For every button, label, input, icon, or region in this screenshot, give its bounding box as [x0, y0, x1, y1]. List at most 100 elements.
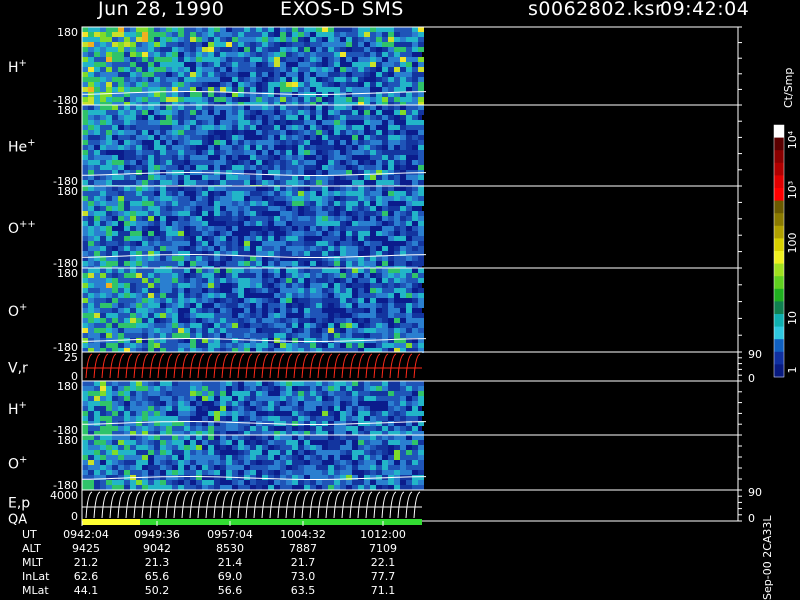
spectrogram-cell [304, 120, 310, 125]
spectrogram-cell [166, 480, 172, 485]
spectrogram-cell [130, 110, 136, 115]
spectrogram-cell [118, 87, 124, 92]
spectrogram-cell [232, 105, 238, 110]
spectrogram-cell [184, 283, 190, 288]
spectrogram-cell [292, 241, 298, 246]
orbit-row-label: UT [22, 528, 37, 541]
spectrogram-cell [154, 268, 160, 273]
spectrogram-cell [388, 465, 394, 470]
spectrogram-cell [358, 465, 364, 470]
spectrogram-cell [358, 450, 364, 455]
spectrogram-cell [244, 426, 250, 431]
spectrogram-cell [250, 140, 256, 145]
spectrogram-cell [136, 27, 142, 32]
spectrogram-cell [160, 450, 166, 455]
spectrogram-cell [340, 155, 346, 160]
spectrogram-cell [400, 221, 406, 226]
spectrogram-cell [178, 92, 184, 97]
spectrogram-cell [328, 246, 334, 251]
spectrogram-cell [112, 120, 118, 125]
spectrogram-cell [214, 288, 220, 293]
spectrogram-cell [88, 72, 94, 77]
spectrogram-cell [130, 411, 136, 416]
spectrogram-cell [184, 97, 190, 102]
spectrogram-cell [124, 206, 130, 211]
spectrogram-cell [406, 120, 412, 125]
spectrogram-cell [340, 445, 346, 450]
spectrogram-cell [88, 421, 94, 426]
spectrogram-cell [394, 135, 400, 140]
spectrogram-cell [376, 72, 382, 77]
spectrogram-cell [154, 303, 160, 308]
spectrogram-cell [322, 236, 328, 241]
spectrogram-cell [322, 145, 328, 150]
spectrogram-cell [334, 231, 340, 236]
spectrogram-cell [310, 308, 316, 313]
panel-bg [82, 352, 422, 381]
spectrogram-cell [388, 155, 394, 160]
spectrogram-cell [118, 110, 124, 115]
spectrogram-cell [166, 426, 172, 431]
spectrogram-cell [160, 97, 166, 102]
spectrogram-cell [388, 411, 394, 416]
spectrogram-cell [238, 191, 244, 196]
spectrogram-cell [262, 343, 268, 348]
spectrogram-cell [154, 87, 160, 92]
spectrogram-cell [274, 440, 280, 445]
spectrogram-cell [298, 191, 304, 196]
spectrogram-cell [220, 57, 226, 62]
spectrogram-cell [358, 37, 364, 42]
spectrogram-cell [232, 145, 238, 150]
spectrogram-cell [82, 426, 88, 431]
spectrogram-cell [316, 115, 322, 120]
spectrogram-cell [94, 426, 100, 431]
spectrogram-cell [136, 221, 142, 226]
spectrogram-cell [208, 440, 214, 445]
spectrogram-cell [340, 115, 346, 120]
spectrogram-cell [160, 445, 166, 450]
spectrogram-cell [100, 445, 106, 450]
spectrogram-cell [334, 32, 340, 37]
spectrogram-cell [214, 470, 220, 475]
spectrogram-cell [160, 165, 166, 170]
spectrogram-cell [118, 435, 124, 440]
spectrogram-cell [166, 62, 172, 67]
spectrogram-cell [130, 47, 136, 52]
spectrogram-cell [256, 386, 262, 391]
spectrogram-cell [358, 485, 364, 490]
spectrogram-cell [166, 97, 172, 102]
spectrogram-cell [190, 333, 196, 338]
spectrogram-cell [364, 211, 370, 216]
spectrogram-cell [94, 77, 100, 82]
orbit-cell: 0957:04 [207, 528, 253, 541]
spectrogram-cell [148, 27, 154, 32]
spectrogram-cell [184, 145, 190, 150]
spectrogram-cell [382, 135, 388, 140]
spectrogram-cell [208, 381, 214, 386]
spectrogram-cell [136, 165, 142, 170]
spectrogram-cell [148, 211, 154, 216]
spectrogram-cell [202, 343, 208, 348]
spectrogram-cell [364, 175, 370, 180]
spectrogram-cell [322, 180, 328, 185]
spectrogram-cell [130, 426, 136, 431]
spectrogram-cell [202, 125, 208, 130]
spectrogram-cell [226, 303, 232, 308]
spectrogram-cell [160, 416, 166, 421]
spectrogram-cell [412, 435, 418, 440]
spectrogram-cell [226, 125, 232, 130]
spectrogram-cell [310, 145, 316, 150]
spectrogram-cell [130, 455, 136, 460]
spectrogram-cell [112, 268, 118, 273]
spectrogram-cell [394, 206, 400, 211]
spectrogram-cell [400, 343, 406, 348]
spectrogram-cell [202, 196, 208, 201]
spectrogram-cell [106, 201, 112, 206]
spectrogram-cell [82, 391, 88, 396]
spectrogram-cell [250, 278, 256, 283]
spectrogram-cell [142, 391, 148, 396]
spectrogram-cell [166, 328, 172, 333]
spectrogram-cell [172, 401, 178, 406]
spectrogram-cell [88, 216, 94, 221]
spectrogram-cell [184, 328, 190, 333]
